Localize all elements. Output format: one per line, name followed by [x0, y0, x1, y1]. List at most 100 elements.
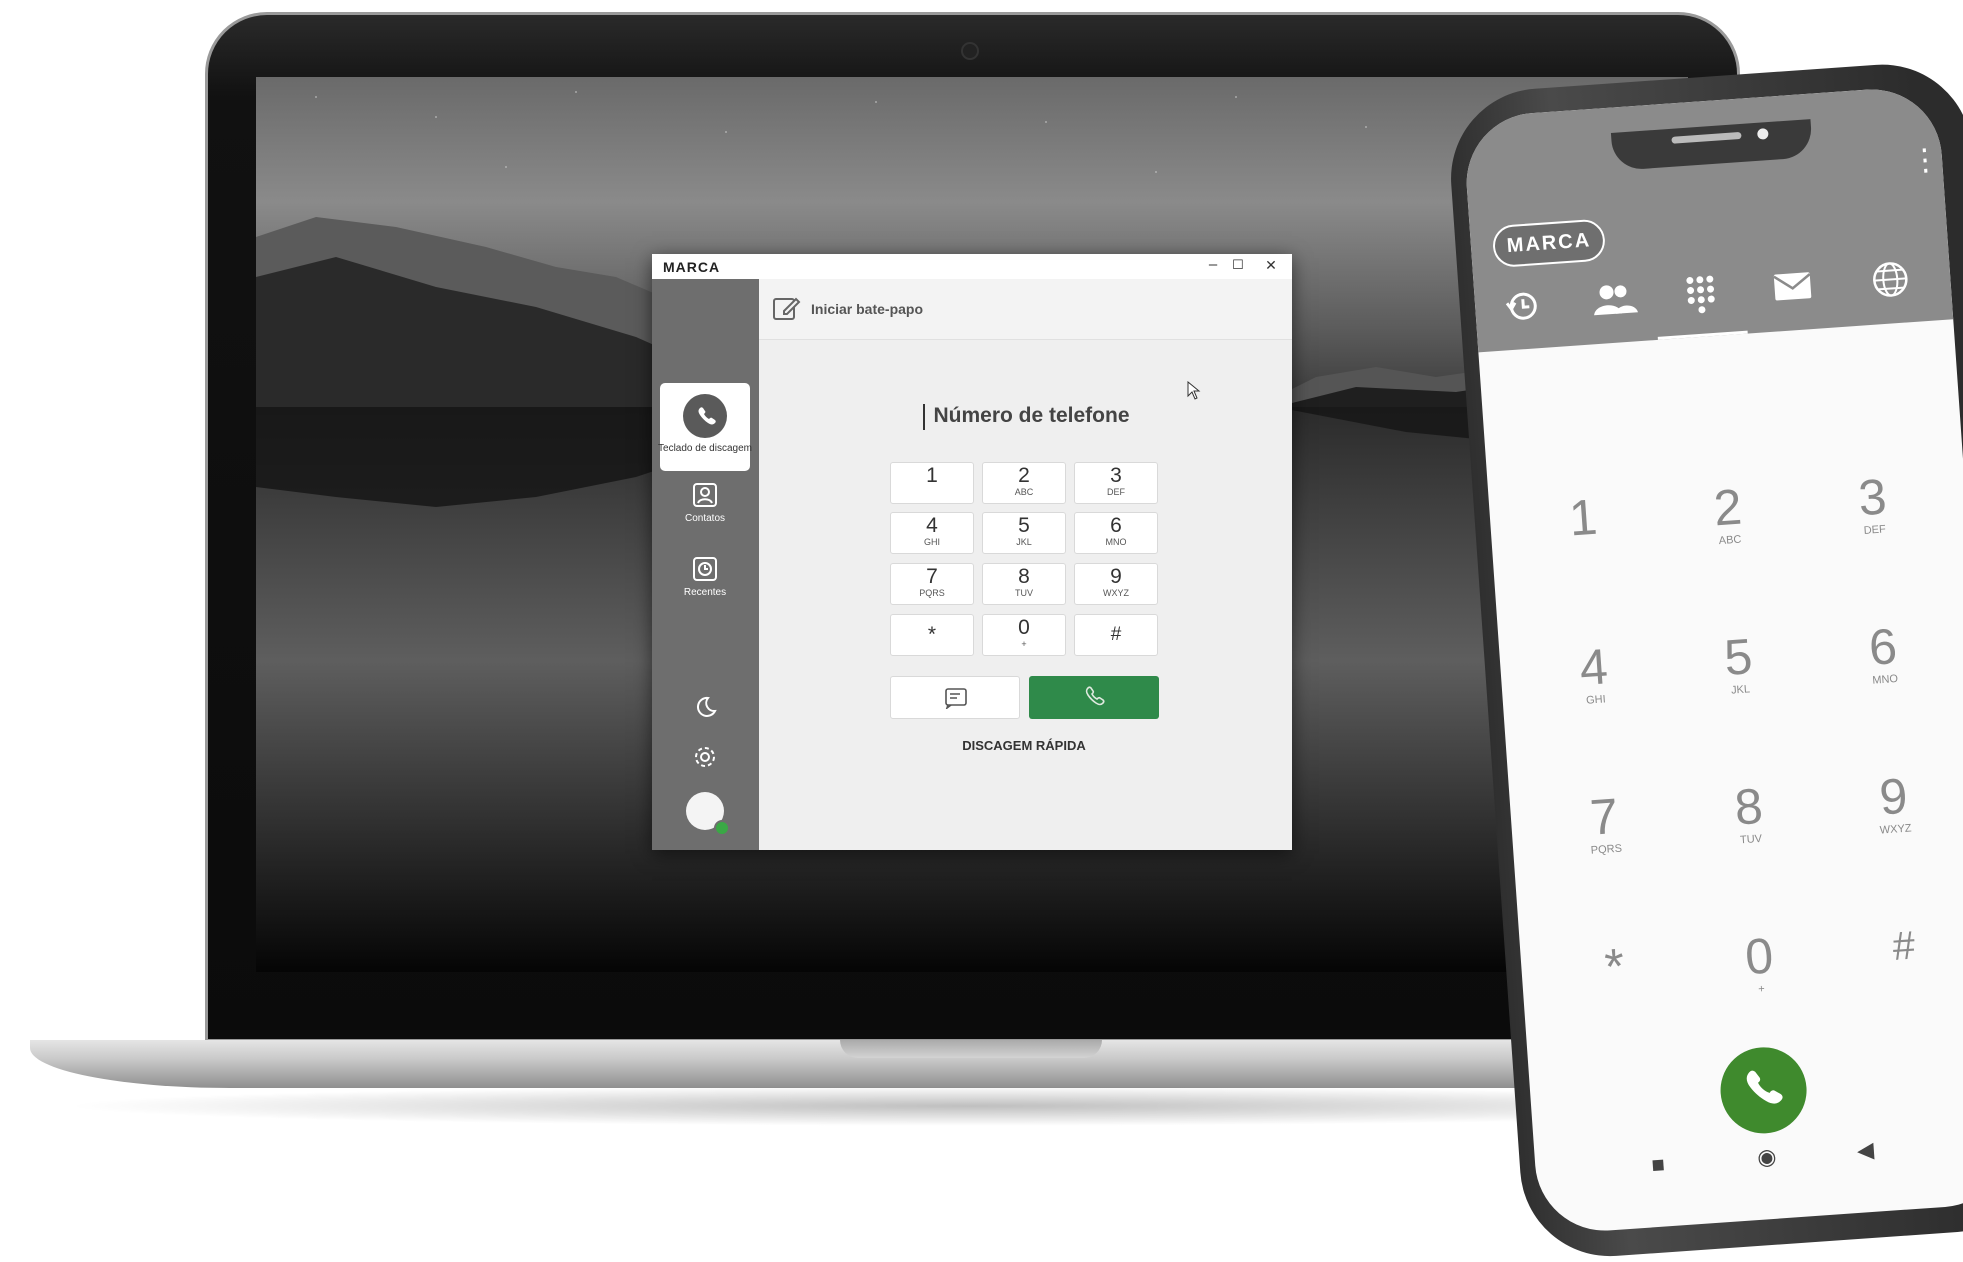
key-letters: PQRS — [919, 588, 945, 598]
recent-apps-icon[interactable]: ■ — [1651, 1151, 1666, 1178]
sidebar-item-label: Recentes — [683, 587, 727, 598]
mobile-key-6[interactable]: 6 MNO — [1826, 616, 1940, 690]
key-digit: 1 — [1567, 488, 1599, 547]
key-digit: 3 — [1110, 464, 1122, 487]
mobile-key-hash[interactable]: # — [1847, 915, 1960, 977]
mobile-dialer-screen: MARCA ⋮ 1 2 ABC 3 DEF 4 GHI 5 JKL 6 MNO … — [1462, 84, 1963, 1236]
sidebar-item-label: Contatos — [684, 513, 726, 524]
dial-key-6[interactable]: 6 MNO — [1074, 512, 1158, 554]
key-digit: * — [1602, 937, 1627, 996]
key-digit: 9 — [1110, 565, 1122, 588]
key-digit: 6 — [1110, 514, 1122, 537]
dial-key-hash[interactable]: # — [1074, 614, 1158, 656]
key-digit: 7 — [1588, 787, 1620, 846]
key-digit: 8 — [1732, 777, 1765, 836]
call-button[interactable] — [1029, 676, 1159, 719]
mobile-brand: MARCA — [1491, 218, 1607, 269]
close-button[interactable]: ✕ — [1259, 257, 1283, 274]
key-digit: 5 — [1018, 514, 1030, 537]
key-letters: JKL — [1016, 537, 1032, 547]
key-digit: 4 — [926, 514, 938, 537]
mobile-key-4[interactable]: 4 GHI — [1537, 636, 1651, 710]
dialer-window: MARCA – ☐ ✕ Teclado de discagem Contatos — [652, 254, 1292, 850]
message-icon — [945, 688, 967, 709]
key-digit: 8 — [1018, 565, 1030, 588]
sidebar-item-recents[interactable]: Recentes — [652, 553, 759, 605]
front-camera — [1756, 128, 1769, 140]
dial-key-8[interactable]: 8 TUV — [982, 563, 1066, 605]
phone-icon — [1085, 686, 1105, 706]
key-letters: + — [1021, 639, 1027, 649]
dial-key-9[interactable]: 9 WXYZ — [1074, 563, 1158, 605]
mobile-key-3[interactable]: 3 DEF — [1816, 467, 1930, 541]
mobile-header: MARCA ⋮ — [1462, 84, 1954, 353]
mobile-key-9[interactable]: 9 WXYZ — [1837, 766, 1951, 840]
dial-key-1[interactable]: 1 — [890, 462, 974, 504]
mobile-key-star[interactable]: * — [1558, 936, 1671, 998]
key-digit: 1 — [926, 464, 938, 487]
clock-icon — [693, 557, 717, 581]
title-bar[interactable]: MARCA – ☐ ✕ — [652, 254, 1292, 279]
dial-key-7[interactable]: 7 PQRS — [890, 563, 974, 605]
start-chat-row[interactable]: Iniciar bate-papo — [759, 279, 1292, 340]
webcam — [961, 42, 979, 60]
key-letters: DEF — [1107, 487, 1125, 497]
back-icon[interactable]: ◀ — [1856, 1137, 1875, 1164]
window-brand: MARCA — [663, 259, 721, 275]
mobile-key-5[interactable]: 5 JKL — [1682, 626, 1796, 700]
key-digit: 2 — [1018, 464, 1030, 487]
dial-key-4[interactable]: 4 GHI — [890, 512, 974, 554]
dial-key-5[interactable]: 5 JKL — [982, 512, 1066, 554]
key-digit: 9 — [1877, 767, 1910, 826]
key-letters: WXYZ — [1103, 588, 1129, 598]
mobile-key-7[interactable]: 7 PQRS — [1547, 786, 1661, 860]
dial-key-0[interactable]: 0 + — [982, 614, 1066, 656]
contact-icon — [693, 483, 717, 507]
maximize-button[interactable]: ☐ — [1226, 257, 1250, 273]
speed-dial-link[interactable]: DISCAGEM RÁPIDA — [889, 738, 1159, 753]
key-digit: 6 — [1867, 618, 1899, 676]
mobile-call-button[interactable] — [1717, 1044, 1810, 1137]
sidebar: Teclado de discagem Contatos Recentes — [652, 279, 759, 850]
key-letters: TUV — [1015, 588, 1033, 598]
dial-key-3[interactable]: 3 DEF — [1074, 462, 1158, 504]
dial-key-star[interactable]: * — [890, 614, 974, 656]
home-icon[interactable]: ◉ — [1756, 1144, 1777, 1171]
gear-icon[interactable] — [692, 744, 718, 770]
key-letters: ABC — [1014, 487, 1034, 497]
mail-icon[interactable] — [1763, 261, 1822, 311]
sidebar-item-dialpad[interactable]: Teclado de discagem — [658, 383, 752, 471]
text-cursor — [923, 404, 925, 430]
globe-icon[interactable] — [1861, 255, 1920, 305]
speaker-grille — [1671, 131, 1742, 144]
more-options-icon[interactable]: ⋮ — [1909, 143, 1941, 178]
moon-icon[interactable] — [692, 694, 718, 720]
start-chat-label: Iniciar bate-papo — [811, 301, 924, 317]
key-digit: * — [927, 623, 937, 646]
edit-icon — [773, 297, 801, 320]
phone-number-input[interactable]: Número de telefone — [919, 404, 1144, 428]
send-message-button[interactable] — [890, 676, 1020, 719]
key-digit: # — [1110, 624, 1122, 645]
key-digit: 0 — [1018, 616, 1030, 639]
phone-icon — [683, 394, 727, 438]
mobile-key-8[interactable]: 8 TUV — [1692, 776, 1806, 850]
contacts-icon[interactable] — [1583, 274, 1642, 324]
mouse-pointer-icon — [1187, 381, 1201, 400]
minimize-button[interactable]: – — [1201, 256, 1225, 273]
dialpad-icon[interactable] — [1671, 268, 1730, 318]
dial-key-2[interactable]: 2 ABC — [982, 462, 1066, 504]
sidebar-item-contacts[interactable]: Contatos — [652, 479, 759, 531]
phone-icon — [1746, 1070, 1783, 1104]
key-letters: GHI — [923, 537, 940, 547]
mobile-key-1[interactable]: 1 — [1526, 487, 1639, 549]
key-digit: 5 — [1722, 628, 1755, 686]
mobile-key-2[interactable]: 2 ABC — [1671, 477, 1785, 551]
laptop-opening-notch — [840, 1040, 1102, 1058]
mobile-key-0[interactable]: 0 + — [1702, 926, 1816, 1000]
key-letters: MNO — [1105, 537, 1127, 547]
key-digit: 7 — [926, 565, 938, 588]
history-icon[interactable] — [1492, 280, 1551, 330]
active-tab-indicator — [1657, 330, 1748, 340]
dialer-main: Iniciar bate-papo Número de telefone 1 2… — [759, 279, 1292, 850]
